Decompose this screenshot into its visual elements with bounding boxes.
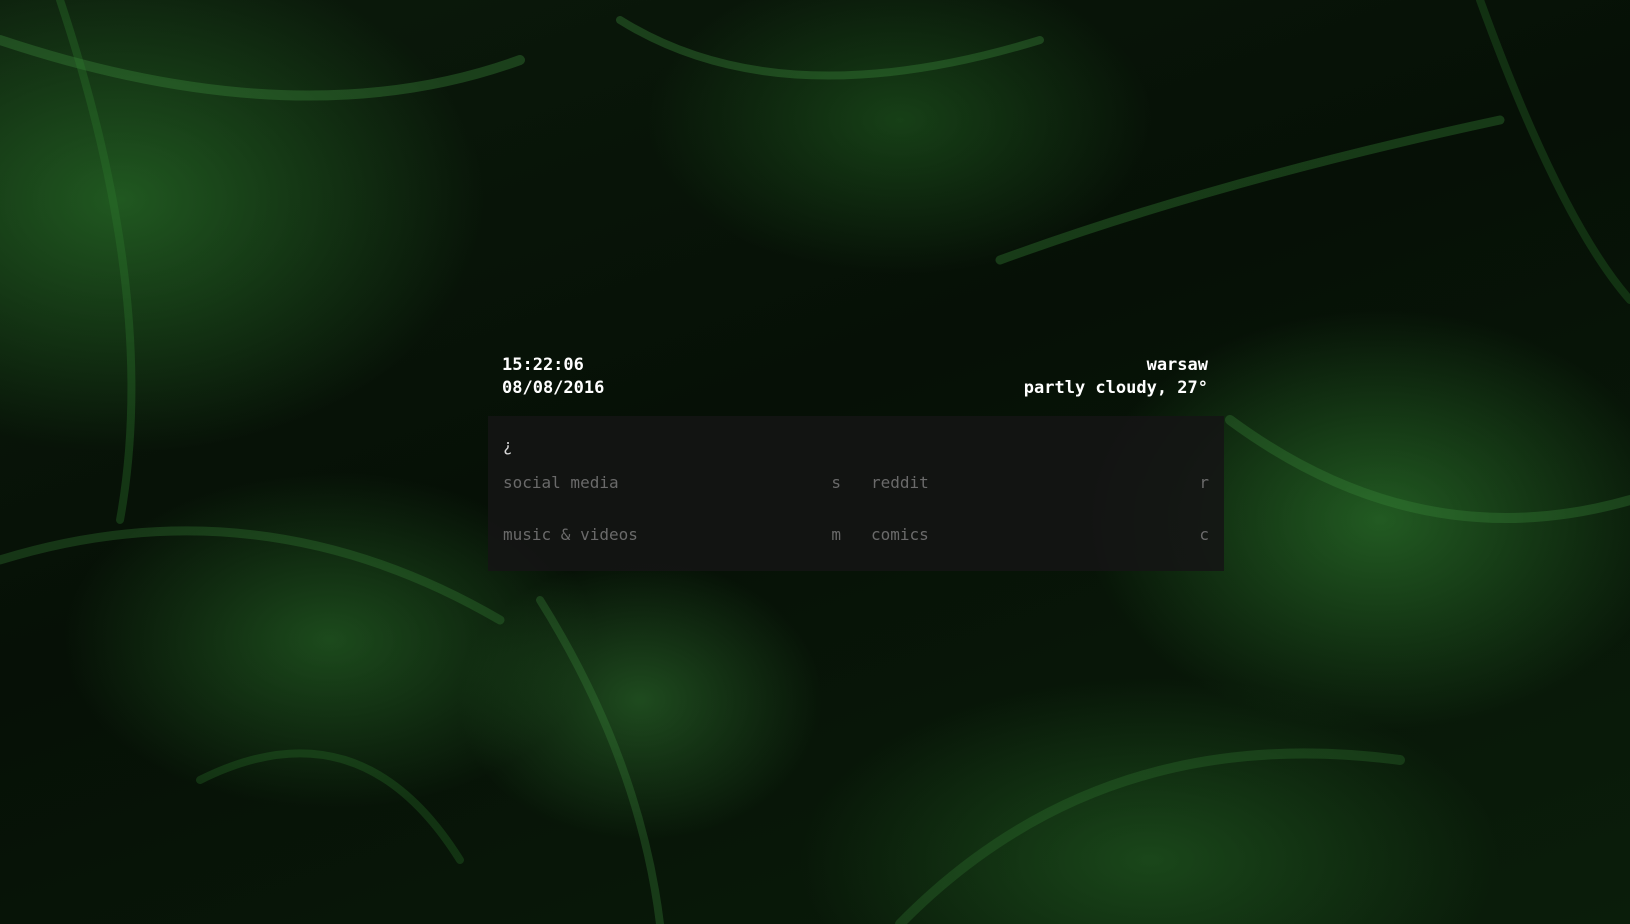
launcher-item-reddit[interactable]: reddit r bbox=[871, 457, 1209, 509]
weather-condition: partly cloudy, 27° bbox=[1023, 378, 1208, 398]
launcher-item-shortcut: m bbox=[831, 525, 841, 544]
launcher-item-label: music & videos bbox=[503, 525, 638, 544]
launcher-panel: ¿ social media s music & videos m reddit… bbox=[488, 416, 1224, 571]
launcher-item-label: reddit bbox=[871, 473, 929, 492]
launcher-item-label: comics bbox=[871, 525, 929, 544]
status-header: 15:22:06 08/08/2016 warsaw partly cloudy… bbox=[502, 354, 1208, 400]
launcher-item-shortcut: s bbox=[831, 473, 841, 492]
weather-city: warsaw bbox=[1146, 355, 1208, 375]
clock-time: 15:22:06 bbox=[502, 355, 584, 375]
launcher-item-comics[interactable]: comics c bbox=[871, 509, 1209, 561]
launcher-item-music-videos[interactable]: music & videos m bbox=[503, 509, 841, 561]
launcher-item-social-media[interactable]: social media s bbox=[503, 457, 841, 509]
launcher-item-shortcut: r bbox=[1199, 473, 1209, 492]
command-prompt[interactable]: ¿ bbox=[503, 436, 513, 455]
launcher-item-label: social media bbox=[503, 473, 619, 492]
clock-block: 15:22:06 08/08/2016 bbox=[502, 354, 604, 400]
launcher-item-shortcut: c bbox=[1199, 525, 1209, 544]
clock-date: 08/08/2016 bbox=[502, 378, 605, 398]
launcher-column-1: social media s music & videos m bbox=[503, 457, 841, 561]
launcher-column-2: reddit r comics c bbox=[871, 457, 1209, 561]
weather-block: warsaw partly cloudy, 27° bbox=[1024, 354, 1208, 400]
